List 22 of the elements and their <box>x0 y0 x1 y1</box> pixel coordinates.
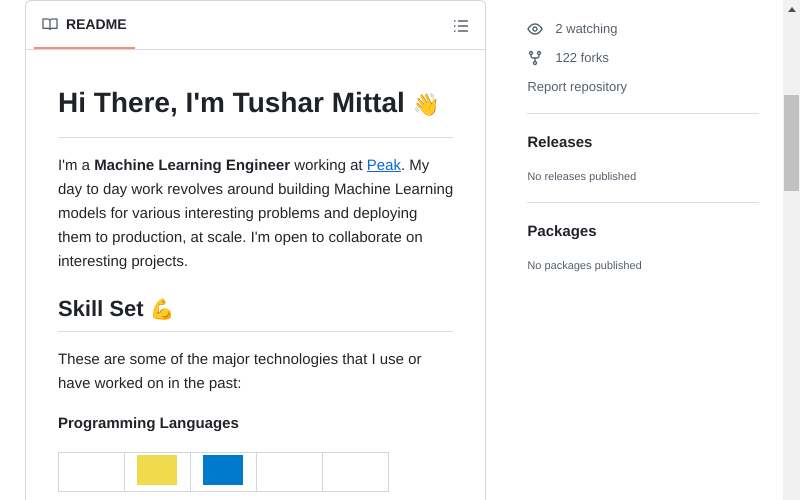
list-icon[interactable] <box>453 19 470 33</box>
eye-icon <box>527 20 544 36</box>
scrollbar[interactable] <box>783 0 800 500</box>
languages-heading: Programming Languages <box>58 414 240 434</box>
skill-set-heading: Skill Set 💪 <box>58 295 176 323</box>
peak-link[interactable]: Peak <box>366 157 401 174</box>
section-title: Packages <box>527 222 598 242</box>
readme-tab[interactable]: README <box>34 1 135 49</box>
scroll-up-icon[interactable] <box>788 7 796 12</box>
readme-title: Hi There, I'm Tushar Mittal 👋 <box>58 86 441 120</box>
section-note: No releases published <box>527 170 638 185</box>
stat-link[interactable]: 122 forks <box>527 43 760 72</box>
book-icon <box>42 16 58 32</box>
report-link[interactable]: Report repository <box>527 72 760 101</box>
table-cell <box>322 452 389 492</box>
section-title: Releases <box>527 133 594 153</box>
intro-paragraph: I'm a Machine Learning Engineer working at Peak. My day to day work revolves around building Machine Learning models for various interesting problems and deploying them to production, at scale. I'm open to collaborate on interesting projects. <box>58 156 454 272</box>
stat-link[interactable]: 2 watching <box>527 14 760 43</box>
fork-icon <box>527 50 544 66</box>
scrollbar-thumb[interactable] <box>784 95 799 191</box>
section-note: No packages published <box>527 259 643 274</box>
skills-paragraph: These are some of the major technologies that I use or have worked on in the past: <box>58 350 422 394</box>
